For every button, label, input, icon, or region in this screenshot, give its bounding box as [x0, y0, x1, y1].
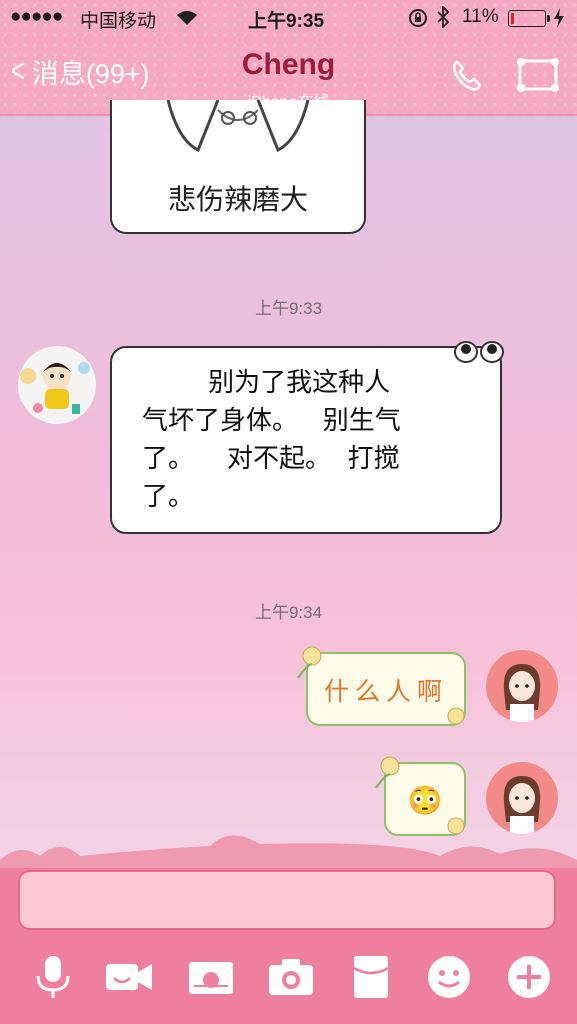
message-input[interactable] [18, 870, 556, 930]
my-avatar[interactable] [486, 650, 558, 722]
emoji-icon[interactable] [424, 952, 474, 1002]
battery-percent: 11% [462, 6, 499, 27]
boy-cartoon-icon [20, 362, 90, 414]
message-text: 别为了我这种人 气坏了身体。 别生气 了。 对不起。 打搅 了。 [142, 368, 401, 512]
rotation-lock-icon [409, 9, 427, 27]
flower-decoration [375, 756, 400, 789]
phone-icon[interactable] [450, 58, 484, 92]
sticker-caption: 悲伤辣磨大 [167, 183, 308, 216]
sticker-message[interactable]: 悲伤辣磨大 [110, 100, 366, 234]
microphone-icon[interactable] [28, 952, 78, 1002]
bluetooth-icon [437, 6, 450, 28]
red-packet-icon[interactable] [346, 952, 396, 1002]
flower-decoration [297, 646, 322, 679]
video-icon[interactable] [104, 952, 154, 1002]
charging-icon [554, 8, 564, 28]
status-time: 上午9:35 [248, 11, 325, 32]
bubble-eyes-decoration [454, 341, 504, 363]
profile-icon[interactable] [516, 56, 560, 94]
battery-icon [508, 10, 550, 27]
message-timestamp: 上午9:34 [254, 603, 323, 622]
camera-icon[interactable] [266, 952, 316, 1002]
battery-level [511, 13, 514, 24]
contact-avatar[interactable] [18, 346, 96, 424]
wifi-icon [177, 11, 197, 25]
flower-decoration [447, 707, 465, 725]
chat-title: Cheng [241, 48, 336, 81]
signal-strength: ●●●●● [10, 6, 63, 27]
plus-icon[interactable] [504, 952, 554, 1002]
message-timestamp: 上午9:33 [254, 299, 323, 318]
incoming-message-bubble[interactable]: 别为了我这种人 气坏了身体。 别生气 了。 对不起。 打搅 了。 [110, 346, 502, 534]
image-icon[interactable] [186, 952, 236, 1002]
carrier-label: 中国移动 [80, 11, 157, 32]
meme-face-image [166, 100, 310, 153]
girl-cartoon-icon [503, 664, 541, 722]
